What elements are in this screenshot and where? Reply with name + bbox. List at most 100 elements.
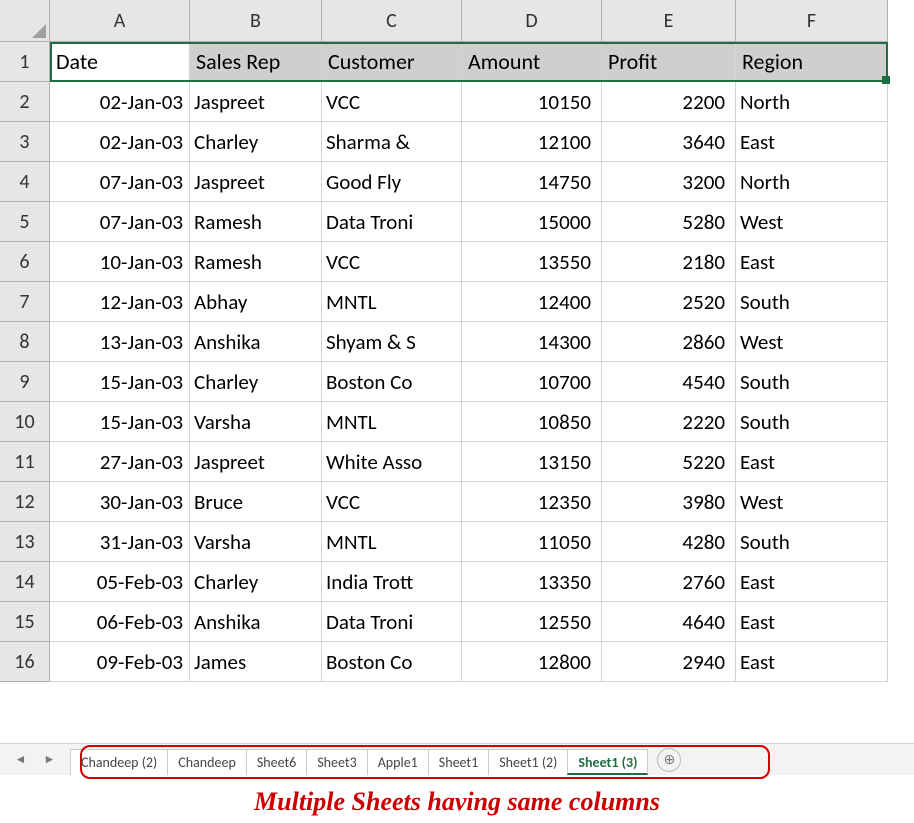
data-cell[interactable]: 15-Jan-03 <box>50 402 190 442</box>
data-cell[interactable]: 2520 <box>602 282 736 322</box>
data-cell[interactable]: 12-Jan-03 <box>50 282 190 322</box>
row-header[interactable]: 16 <box>0 642 50 682</box>
row-header[interactable]: 4 <box>0 162 50 202</box>
row-header[interactable]: 13 <box>0 522 50 562</box>
data-cell[interactable]: 3640 <box>602 122 736 162</box>
data-cell[interactable]: South <box>736 522 888 562</box>
row-header[interactable]: 15 <box>0 602 50 642</box>
data-cell[interactable]: Bruce <box>190 482 322 522</box>
data-cell[interactable]: 12800 <box>462 642 602 682</box>
data-cell[interactable]: VCC <box>322 482 462 522</box>
data-cell[interactable]: South <box>736 282 888 322</box>
data-cell[interactable]: 4540 <box>602 362 736 402</box>
data-cell[interactable]: 13-Jan-03 <box>50 322 190 362</box>
data-cell[interactable]: 02-Jan-03 <box>50 82 190 122</box>
data-cell[interactable]: 07-Jan-03 <box>50 202 190 242</box>
column-header[interactable]: B <box>190 0 322 42</box>
sheet-tab[interactable]: Chandeep (2) <box>70 749 168 775</box>
data-cell[interactable]: 4280 <box>602 522 736 562</box>
header-cell[interactable]: Region <box>736 42 888 82</box>
data-cell[interactable]: 30-Jan-03 <box>50 482 190 522</box>
data-cell[interactable]: West <box>736 322 888 362</box>
select-all-corner[interactable] <box>0 0 50 42</box>
data-cell[interactable]: South <box>736 402 888 442</box>
sheet-tab[interactable]: Apple1 <box>367 749 429 775</box>
data-cell[interactable]: 09-Feb-03 <box>50 642 190 682</box>
column-header[interactable]: D <box>462 0 602 42</box>
row-header[interactable]: 14 <box>0 562 50 602</box>
data-cell[interactable]: 2860 <box>602 322 736 362</box>
row-header[interactable]: 12 <box>0 482 50 522</box>
row-header[interactable]: 8 <box>0 322 50 362</box>
data-cell[interactable]: Anshika <box>190 322 322 362</box>
data-cell[interactable]: East <box>736 122 888 162</box>
header-cell[interactable]: Customer <box>322 42 462 82</box>
data-cell[interactable]: North <box>736 162 888 202</box>
row-header[interactable]: 1 <box>0 42 50 82</box>
data-cell[interactable]: East <box>736 562 888 602</box>
data-cell[interactable]: 12100 <box>462 122 602 162</box>
data-cell[interactable]: East <box>736 642 888 682</box>
data-cell[interactable]: 13550 <box>462 242 602 282</box>
data-cell[interactable]: Ramesh <box>190 242 322 282</box>
row-header[interactable]: 11 <box>0 442 50 482</box>
data-cell[interactable]: VCC <box>322 242 462 282</box>
data-cell[interactable]: 12350 <box>462 482 602 522</box>
data-cell[interactable]: 5280 <box>602 202 736 242</box>
data-cell[interactable]: 2200 <box>602 82 736 122</box>
data-cell[interactable]: 11050 <box>462 522 602 562</box>
data-cell[interactable]: 06-Feb-03 <box>50 602 190 642</box>
column-header[interactable]: F <box>736 0 888 42</box>
data-cell[interactable]: Varsha <box>190 522 322 562</box>
data-cell[interactable]: 02-Jan-03 <box>50 122 190 162</box>
column-header[interactable]: C <box>322 0 462 42</box>
data-cell[interactable]: Good Fly <box>322 162 462 202</box>
data-cell[interactable]: Ramesh <box>190 202 322 242</box>
header-cell[interactable]: Sales Rep <box>190 42 322 82</box>
data-cell[interactable]: Shyam & S <box>322 322 462 362</box>
data-cell[interactable]: 10150 <box>462 82 602 122</box>
data-cell[interactable]: Jaspreet <box>190 82 322 122</box>
data-cell[interactable]: 4640 <box>602 602 736 642</box>
sheet-tab[interactable]: Sheet6 <box>246 749 307 775</box>
data-cell[interactable]: North <box>736 82 888 122</box>
data-cell[interactable]: 13350 <box>462 562 602 602</box>
row-header[interactable]: 2 <box>0 82 50 122</box>
column-header[interactable]: E <box>602 0 736 42</box>
data-cell[interactable]: West <box>736 202 888 242</box>
header-cell[interactable]: Amount <box>462 42 602 82</box>
data-cell[interactable]: 14750 <box>462 162 602 202</box>
data-cell[interactable]: 13150 <box>462 442 602 482</box>
data-cell[interactable]: India Trott <box>322 562 462 602</box>
data-cell[interactable]: 5220 <box>602 442 736 482</box>
data-cell[interactable]: MNTL <box>322 282 462 322</box>
data-cell[interactable]: 07-Jan-03 <box>50 162 190 202</box>
data-cell[interactable]: 2220 <box>602 402 736 442</box>
data-cell[interactable]: Boston Co <box>322 642 462 682</box>
data-cell[interactable]: VCC <box>322 82 462 122</box>
sheet-tab[interactable]: Sheet3 <box>306 749 367 775</box>
data-cell[interactable]: Sharma & <box>322 122 462 162</box>
data-cell[interactable]: 27-Jan-03 <box>50 442 190 482</box>
sheet-tab[interactable]: Sheet1 (3) <box>567 749 648 775</box>
data-cell[interactable]: 12550 <box>462 602 602 642</box>
data-cell[interactable]: 10850 <box>462 402 602 442</box>
data-cell[interactable]: MNTL <box>322 402 462 442</box>
data-cell[interactable]: 15-Jan-03 <box>50 362 190 402</box>
data-cell[interactable]: 15000 <box>462 202 602 242</box>
sheet-tab[interactable]: Chandeep <box>167 749 247 775</box>
add-sheet-button[interactable]: ⊕ <box>657 748 681 772</box>
sheet-tab[interactable]: Sheet1 <box>428 749 489 775</box>
data-cell[interactable]: Boston Co <box>322 362 462 402</box>
data-cell[interactable]: East <box>736 442 888 482</box>
data-cell[interactable]: 14300 <box>462 322 602 362</box>
row-header[interactable]: 6 <box>0 242 50 282</box>
data-cell[interactable]: Jaspreet <box>190 162 322 202</box>
data-cell[interactable]: East <box>736 602 888 642</box>
sheet-tab[interactable]: Sheet1 (2) <box>488 749 568 775</box>
data-cell[interactable]: 2940 <box>602 642 736 682</box>
data-cell[interactable]: 31-Jan-03 <box>50 522 190 562</box>
data-cell[interactable]: Charley <box>190 362 322 402</box>
data-cell[interactable]: 3200 <box>602 162 736 202</box>
data-cell[interactable]: 10-Jan-03 <box>50 242 190 282</box>
